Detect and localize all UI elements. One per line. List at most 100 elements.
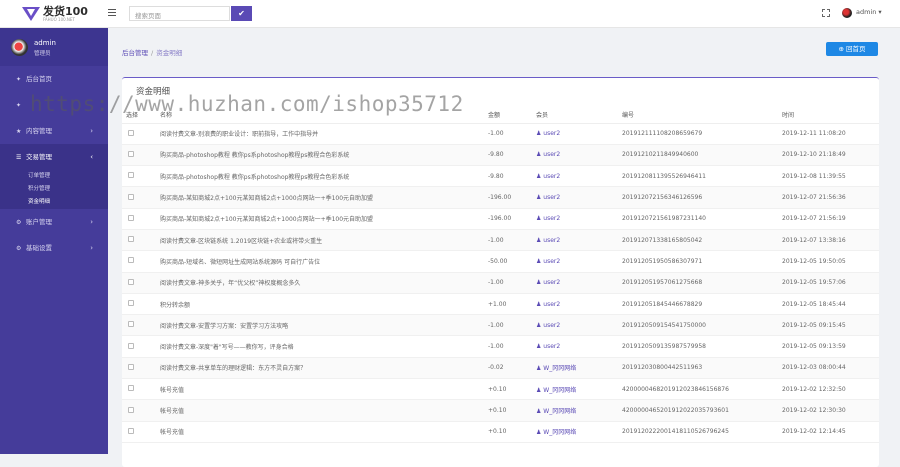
user-avatar[interactable] — [842, 8, 852, 18]
row-checkbox[interactable] — [128, 321, 134, 328]
row-amount: -196.00 — [488, 186, 536, 209]
row-user[interactable]: ♟ user2 — [536, 229, 622, 252]
sidebar-subitem-funds[interactable]: 资金明细 — [0, 196, 108, 209]
row-user[interactable]: ♟ user2 — [536, 250, 622, 273]
row-name: 阅读付费文章-区块链系统 1.2019区块链+农业或将带火重生 — [160, 229, 488, 252]
row-user[interactable]: ♟ W_冈冈网络 — [536, 399, 622, 422]
search-input[interactable]: 搜索页面 — [129, 6, 230, 21]
row-name: 帐号充值 — [160, 378, 488, 401]
row-checkbox[interactable] — [128, 214, 134, 221]
row-name: 阅读付费文章-深度"着"写号——教你写，评身合格 — [160, 335, 488, 358]
menu-toggle-icon[interactable] — [108, 9, 116, 16]
table-row: 帐号充值 +0.10 ♟ W_冈冈网络 4200000465201912022​035… — [122, 399, 879, 422]
row-checkbox-cell — [122, 357, 160, 380]
row-number: 4200000465201912022​0357936​01 — [622, 399, 782, 422]
row-checkbox-cell — [122, 378, 160, 401]
chevron-right-icon: › — [90, 244, 93, 252]
table-row: 阅读付费文章-别浪费的职业设计：职前指导，工作中指导并 -1.00 ♟ user2 2… — [122, 123, 879, 145]
row-user-name: W_冈冈网络 — [543, 365, 577, 373]
row-checkbox[interactable] — [128, 257, 134, 264]
sidebar-subitem-points[interactable]: 积分管理 — [0, 183, 108, 196]
row-checkbox-cell — [122, 314, 160, 337]
row-user[interactable]: ♟ user2 — [536, 335, 622, 358]
main-content: 后台管理 / 资金明细 ⊕ 回首页 资金明细 选择 名称 金额 会员 编号 时间 阅… — [108, 28, 900, 467]
row-time: 2019-12-05 09:15:45 — [782, 314, 879, 337]
row-checkbox-cell — [122, 421, 160, 443]
row-time: 2019-12-08 11:39:55 — [782, 165, 879, 188]
row-checkbox[interactable] — [128, 406, 134, 413]
row-number: 2019120222001418110​5267962​45 — [622, 421, 782, 443]
row-amount: -9.80 — [488, 165, 536, 188]
row-checkbox-cell — [122, 335, 160, 358]
row-amount: +0.10 — [488, 421, 536, 443]
sidebar-item-settings[interactable]: ⚙ 基础设置 › — [0, 235, 108, 261]
row-user[interactable]: ♟ user2 — [536, 208, 622, 230]
gear-icon: ⚙ — [16, 245, 22, 252]
table-row: 阅读付费文章-共享单车的理财逻辑：东方不灵自方案？ -0.02 ♟ W_冈冈网络 20… — [122, 357, 879, 380]
sidebar-item-account[interactable]: ⚙ 账户管理 › — [0, 209, 108, 235]
row-time: 2019-12-05 09:13:59 — [782, 335, 879, 358]
row-checkbox[interactable] — [128, 193, 134, 200]
back-home-button[interactable]: ⊕ 回首页 — [826, 42, 878, 56]
fullscreen-icon[interactable] — [822, 9, 830, 17]
sidebar-item-trade[interactable]: ☰ 交易管理 ‹ — [0, 144, 108, 170]
row-user[interactable]: ♟ user2 — [536, 144, 622, 167]
row-checkbox[interactable] — [128, 342, 134, 349]
sidebar-subitem-orders[interactable]: 订单管理 — [0, 170, 108, 183]
row-checkbox[interactable] — [128, 278, 134, 285]
row-number: 20191208113955269464​11 — [622, 165, 782, 188]
row-user[interactable]: ♟ W_冈冈网络 — [536, 357, 622, 380]
row-name: 购买商品-某知商城2点+100元某知商城2点+1000点网站一+季100元自助加… — [160, 208, 488, 230]
row-checkbox-cell — [122, 250, 160, 273]
sidebar-item-label: 账户管理 — [26, 218, 52, 226]
sidebar-item-label: 基础设置 — [26, 244, 52, 252]
row-checkbox[interactable] — [128, 236, 134, 243]
row-user[interactable]: ♟ user2 — [536, 123, 622, 145]
row-checkbox[interactable] — [128, 385, 134, 392]
row-checkbox-cell — [122, 144, 160, 167]
row-user[interactable]: ♟ user2 — [536, 272, 622, 294]
row-name: 购买商品-短域名、微短网址生成网站系统源码 可自行广告位 — [160, 250, 488, 273]
funds-panel: 资金明细 选择 名称 金额 会员 编号 时间 阅读付费文章-别浪费的职业设计：职… — [122, 77, 879, 467]
row-user[interactable]: ♟ user2 — [536, 186, 622, 209]
table-row: 购买商品-某知商城2点+100元某知商城2点+1000点网站一+季100元自助加… — [122, 186, 879, 209]
row-user-name: user2 — [543, 236, 561, 244]
row-checkbox[interactable] — [128, 150, 134, 157]
row-number: 20191205091359875799​58 — [622, 335, 782, 358]
row-name: 购买商品-photoshop教程 教你ps系photoshop教程ps教程合色彩… — [160, 165, 488, 188]
row-user[interactable]: ♟ W_冈冈网络 — [536, 421, 622, 443]
breadcrumb-root[interactable]: 后台管理 — [122, 49, 148, 57]
row-amount: -1.00 — [488, 272, 536, 294]
row-user-name: W_冈冈网络 — [543, 429, 577, 437]
row-checkbox[interactable] — [128, 300, 134, 307]
row-checkbox[interactable] — [128, 172, 134, 179]
user-menu[interactable]: admin ▾ — [856, 8, 882, 16]
sidebar-item-content[interactable]: ★ 内容管理 › — [0, 118, 108, 144]
row-checkbox[interactable] — [128, 363, 134, 370]
search-button[interactable]: ✔ — [231, 6, 252, 21]
row-number: 20191207215634612659​6 — [622, 186, 782, 209]
row-user-name: W_冈冈网络 — [543, 386, 577, 394]
col-select: 选择 — [122, 106, 160, 124]
row-user[interactable]: ♟ user2 — [536, 165, 622, 188]
row-number: 2019120308004425119​63 — [622, 357, 782, 380]
row-number: 20191205091545417500​00 — [622, 314, 782, 337]
row-checkbox[interactable] — [128, 129, 134, 136]
row-user[interactable]: ♟ user2 — [536, 314, 622, 337]
row-checkbox[interactable] — [128, 427, 134, 434]
row-time: 2019-12-10 21:18:49 — [782, 144, 879, 167]
chevron-down-icon: ‹ — [90, 153, 93, 161]
row-user-name: user2 — [543, 321, 561, 329]
row-number: 20191205184544667882​9 — [622, 293, 782, 316]
sidebar-item-hidden[interactable]: ✦ — [0, 92, 108, 118]
table-row: 购买商品-photoshop教程 教你ps系photoshop教程ps教程合色彩… — [122, 144, 879, 167]
logo[interactable]: 发货100 FAHUO 100.NET — [22, 4, 88, 24]
panel-title: 资金明细 — [136, 87, 171, 97]
row-name: 帐号充值 — [160, 421, 488, 443]
col-user: 会员 — [536, 106, 622, 124]
sidebar-item-home[interactable]: ✦ 后台首页 — [0, 66, 108, 92]
row-user[interactable]: ♟ user2 — [536, 293, 622, 316]
table-row: 积分转余额 +1.00 ♟ user2 20191205184544667882​9 2… — [122, 293, 879, 316]
row-user[interactable]: ♟ W_冈冈网络 — [536, 378, 622, 401]
row-amount: -1.00 — [488, 335, 536, 358]
